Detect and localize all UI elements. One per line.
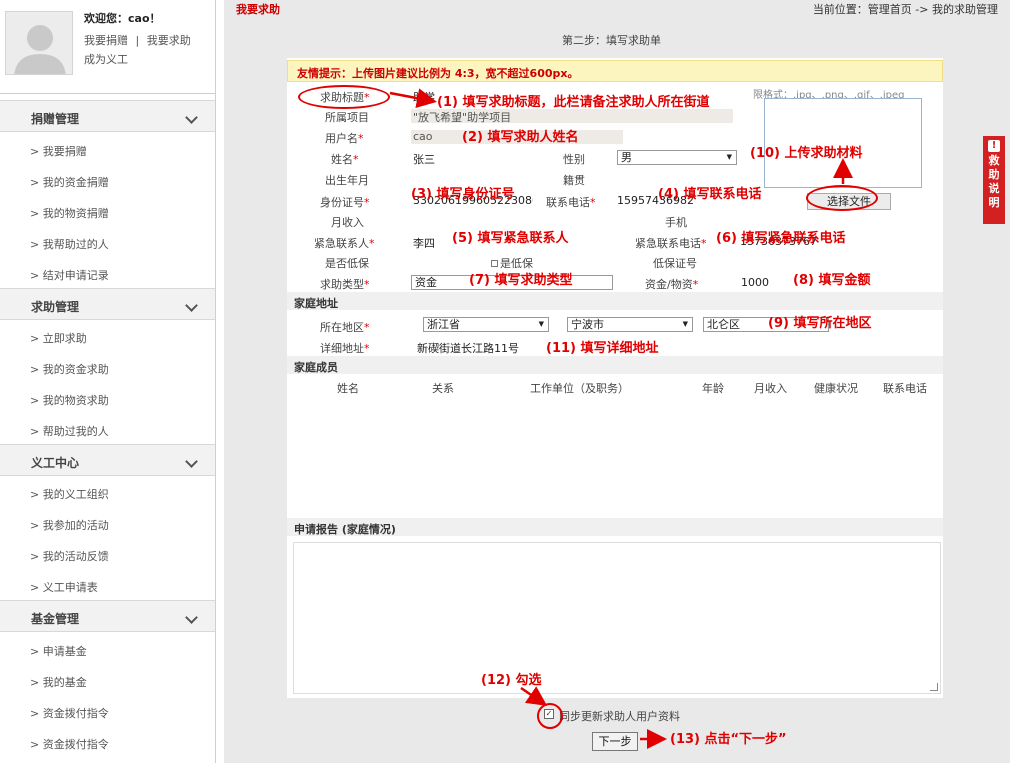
annotation-2: (2) 填写求助人姓名 [462, 130, 579, 145]
annotation-13: (13) 点击“下一步” [670, 732, 787, 747]
annotation-3: (3) 填写身份证号 [411, 187, 515, 202]
annotation-5: (5) 填写紧急联系人 [452, 231, 569, 246]
annotation-7: (7) 填写求助类型 [469, 273, 573, 288]
annotation-8: (8) 填写金额 [793, 273, 871, 288]
annotation-4: (4) 填写联系电话 [658, 187, 762, 202]
annotation-ellipse-checkbox [537, 703, 563, 729]
annotation-12: (12) 勾选 [481, 673, 542, 688]
annotation-9: (9) 填写所在地区 [768, 316, 872, 331]
annotation-arrows [389, 88, 853, 749]
annotation-ellipse-title [298, 85, 390, 109]
annotation-11: (11) 填写详细地址 [546, 341, 659, 356]
annotation-10: (10) 上传求助材料 [750, 146, 863, 161]
annotation-ellipse-file [806, 185, 878, 211]
annotation-1: (1) 填写求助标题，此栏请备注求助人所在街道 [437, 95, 710, 110]
annotation-6: (6) 填写紧急联系电话 [716, 231, 846, 246]
